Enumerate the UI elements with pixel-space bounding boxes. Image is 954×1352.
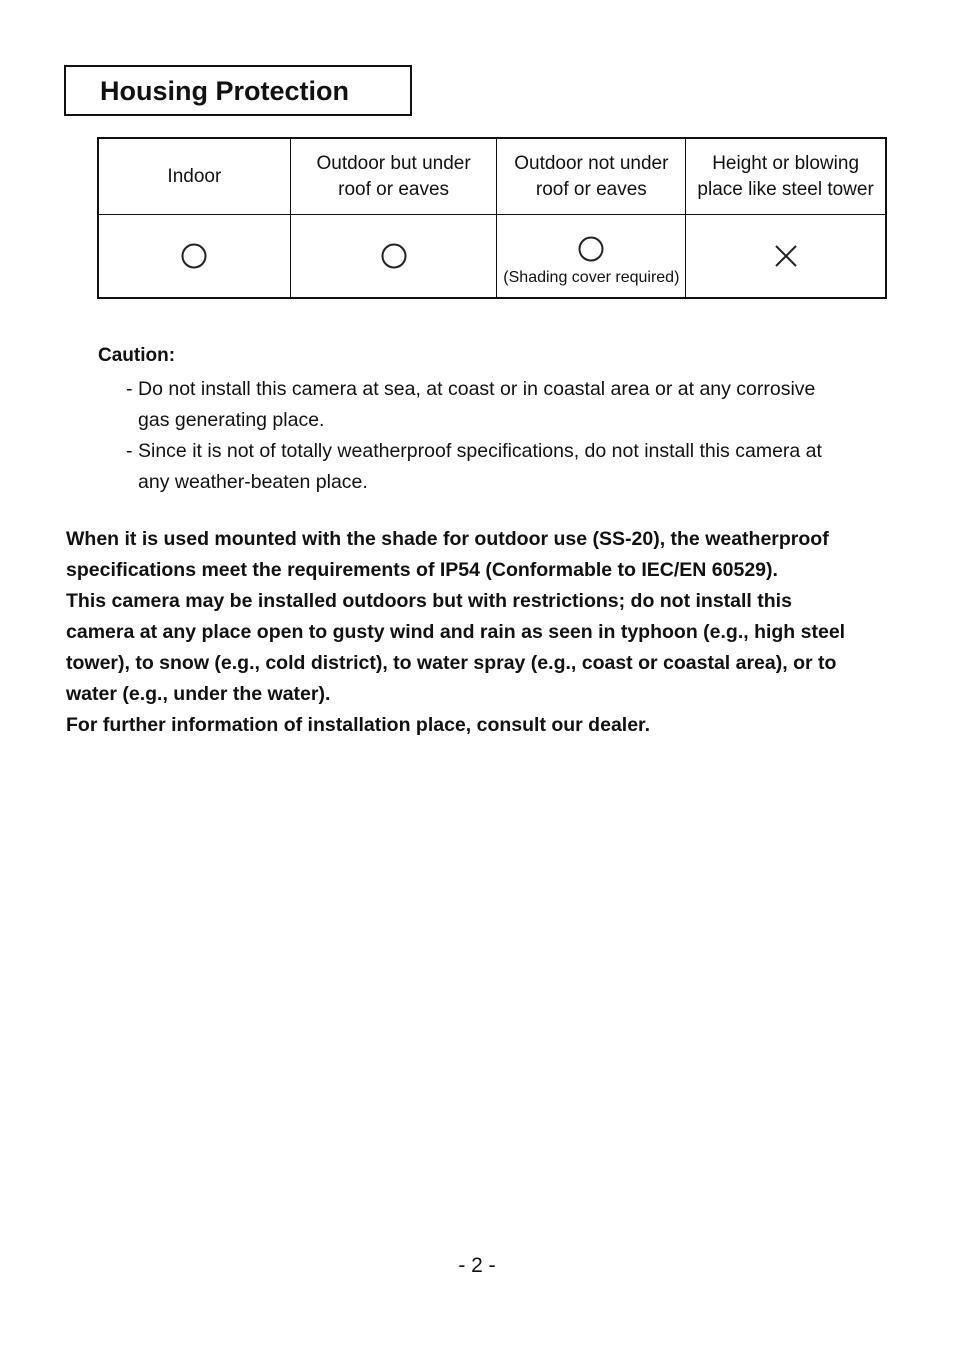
header-label: Indoor: [167, 165, 222, 187]
bullet-dash: -: [126, 440, 133, 462]
body-line: tower), to snow (e.g., cold district), t…: [66, 652, 837, 674]
housing-protection-table: Indoor Outdoor but under roof or eaves O…: [97, 137, 887, 299]
cross-icon: [774, 245, 797, 267]
header-cell-height-blowing: Height or blowing place like steel tower: [685, 137, 887, 215]
caution-item-line1: Since it is not of totally weatherproof …: [138, 440, 822, 462]
caution-item-line1: Do not install this camera at sea, at co…: [138, 378, 816, 400]
header-cell-outdoor-not-under-roof: Outdoor not under roof or eaves: [496, 137, 687, 215]
header-label-line2: roof or eaves: [535, 178, 647, 200]
header-label-line1: Height or blowing: [712, 152, 860, 174]
header-cell-indoor: Indoor: [97, 137, 291, 215]
section-title: Housing Protection: [100, 76, 349, 106]
installation-notes: When it is used mounted with the shade f…: [66, 524, 896, 741]
page-number: - 2 -: [458, 1254, 496, 1277]
caution-item-line2: any weather-beaten place.: [138, 471, 368, 493]
shading-cover-note: (Shading cover required): [503, 269, 680, 286]
header-label-line1: Outdoor but under: [316, 152, 471, 174]
caution-item-line2: gas generating place.: [138, 409, 325, 431]
table-header-row: Indoor Outdoor but under roof or eaves O…: [97, 137, 887, 215]
mark-cell-outdoor-not-under-roof: (Shading cover required): [496, 214, 687, 299]
caution-item: - Since it is not of totally weatherproo…: [126, 436, 878, 498]
mark-cell-outdoor-under-roof: [289, 214, 498, 299]
caution-section: Caution: - Do not install this camera at…: [98, 344, 898, 498]
header-label-line2: place like steel tower: [697, 178, 874, 200]
mark-cell-indoor: [97, 214, 291, 299]
body-line: When it is used mounted with the shade f…: [66, 528, 829, 550]
header-label-line2: roof or eaves: [338, 178, 450, 200]
circle-icon: [578, 236, 604, 262]
body-line: This camera may be installed outdoors bu…: [66, 590, 792, 612]
body-line: water (e.g., under the water).: [66, 683, 331, 705]
caution-label: Caution:: [98, 345, 176, 366]
header-label-line1: Outdoor not under: [514, 152, 669, 174]
caution-item: - Do not install this camera at sea, at …: [126, 374, 878, 436]
mark-cell-height-blowing: [685, 214, 887, 299]
section-title-box: Housing Protection: [64, 65, 412, 116]
body-line: For further information of installation …: [66, 714, 650, 736]
bullet-dash: -: [126, 378, 133, 400]
table-mark-row: (Shading cover required): [97, 214, 887, 299]
circle-icon: [381, 243, 407, 269]
circle-icon: [181, 243, 207, 269]
caution-list: - Do not install this camera at sea, at …: [98, 374, 898, 498]
body-line: camera at any place open to gusty wind a…: [66, 621, 846, 643]
body-line: specifications meet the requirements of …: [66, 559, 778, 581]
header-cell-outdoor-under-roof: Outdoor but under roof or eaves: [289, 137, 498, 215]
